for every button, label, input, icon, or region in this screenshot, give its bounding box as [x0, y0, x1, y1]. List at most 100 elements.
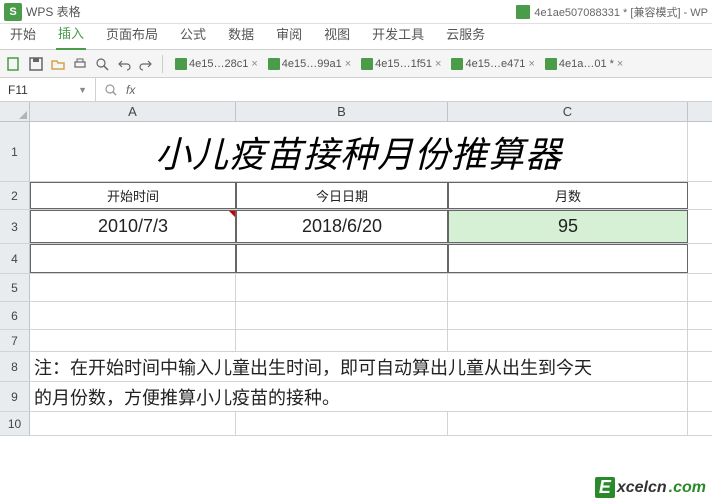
cell-C5[interactable]	[448, 274, 688, 301]
row-header-8[interactable]: 8	[0, 352, 30, 381]
save-icon[interactable]	[28, 56, 44, 72]
search-icon[interactable]	[104, 83, 118, 97]
rows: 1 小儿疫苗接种月份推算器 2 开始时间 今日日期 月数 3 2010/7/3 …	[0, 122, 712, 436]
menu-tabs: 开始 插入 页面布局 公式 数据 审阅 视图 开发工具 云服务	[0, 24, 712, 50]
tab-insert[interactable]: 插入	[56, 19, 86, 50]
row-header-6[interactable]: 6	[0, 302, 30, 329]
doc-tabs: 4e15…28c1× 4e15…99a1× 4e15…1f51× 4e15…e4…	[171, 56, 627, 72]
undo-icon[interactable]	[116, 56, 132, 72]
cell-C3[interactable]: 95	[448, 210, 688, 243]
cell-B5[interactable]	[236, 274, 448, 301]
cell-A4[interactable]	[30, 244, 236, 273]
doc-tab-icon	[175, 58, 187, 70]
col-header-A[interactable]: A	[30, 102, 236, 121]
row-10: 10	[0, 412, 712, 436]
watermark-text1: xcelcn	[617, 479, 667, 497]
spreadsheet: A B C 1 小儿疫苗接种月份推算器 2 开始时间 今日日期 月数 3 201…	[0, 102, 712, 436]
row-3: 3 2010/7/3 2018/6/20 95	[0, 210, 712, 244]
quick-toolbar: 4e15…28c1× 4e15…99a1× 4e15…1f51× 4e15…e4…	[0, 50, 712, 78]
doc-tab-icon	[268, 58, 280, 70]
cell-B7[interactable]	[236, 330, 448, 351]
row-8: 8 注：在开始时间中输入儿童出生时间，即可自动算出儿童从出生到今天	[0, 352, 712, 382]
row-5: 5	[0, 274, 712, 302]
comment-indicator-icon[interactable]	[229, 211, 235, 217]
doc-tab-1[interactable]: 4e15…28c1×	[171, 56, 262, 72]
column-headers: A B C	[0, 102, 712, 122]
cell-C2[interactable]: 月数	[448, 182, 688, 209]
app-name: WPS 表格	[26, 3, 81, 20]
select-all-cell[interactable]	[0, 102, 30, 121]
fx-icon[interactable]: fx	[126, 83, 135, 97]
watermark-e: E	[595, 477, 615, 498]
row-9: 9 的月份数，方便推算小儿疫苗的接种。	[0, 382, 712, 412]
preview-icon[interactable]	[94, 56, 110, 72]
chevron-down-icon[interactable]: ▼	[78, 85, 87, 95]
close-icon[interactable]: ×	[528, 58, 534, 70]
cell-B10[interactable]	[236, 412, 448, 435]
cell-note2[interactable]: 的月份数，方便推算小儿疫苗的接种。	[30, 382, 688, 411]
cell-C6[interactable]	[448, 302, 688, 329]
cell-C4[interactable]	[448, 244, 688, 273]
doc-icon	[516, 5, 530, 19]
close-icon[interactable]: ×	[435, 58, 441, 70]
cell-A6[interactable]	[30, 302, 236, 329]
cell-note1[interactable]: 注：在开始时间中输入儿童出生时间，即可自动算出儿童从出生到今天	[30, 352, 688, 381]
redo-icon[interactable]	[138, 56, 154, 72]
row-header-4[interactable]: 4	[0, 244, 30, 273]
cell-A5[interactable]	[30, 274, 236, 301]
doc-title: 4e1ae507088331 * [兼容模式] - WP	[534, 4, 708, 20]
formula-bar: F11▼ fx	[0, 78, 712, 102]
doc-tab-icon	[361, 58, 373, 70]
tab-review[interactable]: 审阅	[274, 20, 304, 49]
close-icon[interactable]: ×	[251, 58, 257, 70]
row-6: 6	[0, 302, 712, 330]
row-header-7[interactable]: 7	[0, 330, 30, 351]
tab-view[interactable]: 视图	[322, 20, 352, 49]
row-header-9[interactable]: 9	[0, 382, 30, 411]
watermark-text2: .com	[669, 479, 706, 497]
cell-C7[interactable]	[448, 330, 688, 351]
row-1: 1 小儿疫苗接种月份推算器	[0, 122, 712, 182]
open-icon[interactable]	[50, 56, 66, 72]
row-header-2[interactable]: 2	[0, 182, 30, 209]
doc-tab-3[interactable]: 4e15…1f51×	[357, 56, 445, 72]
col-header-C[interactable]: C	[448, 102, 688, 121]
row-7: 7	[0, 330, 712, 352]
doc-tab-5[interactable]: 4e1a…01 *×	[541, 56, 627, 72]
cell-A3[interactable]: 2010/7/3	[30, 210, 236, 243]
toolbar-separator	[162, 55, 163, 73]
doc-tab-2[interactable]: 4e15…99a1×	[264, 56, 355, 72]
row-header-3[interactable]: 3	[0, 210, 30, 243]
cell-B4[interactable]	[236, 244, 448, 273]
row-2: 2 开始时间 今日日期 月数	[0, 182, 712, 210]
cell-B6[interactable]	[236, 302, 448, 329]
row-header-1[interactable]: 1	[0, 122, 30, 181]
close-icon[interactable]: ×	[617, 58, 623, 70]
watermark: Excelcn.com	[595, 477, 706, 498]
col-header-B[interactable]: B	[236, 102, 448, 121]
print-icon[interactable]	[72, 56, 88, 72]
doc-tab-4[interactable]: 4e15…e471×	[447, 56, 538, 72]
row-header-5[interactable]: 5	[0, 274, 30, 301]
doc-tab-icon	[451, 58, 463, 70]
tab-layout[interactable]: 页面布局	[104, 20, 160, 49]
cell-B2[interactable]: 今日日期	[236, 182, 448, 209]
cell-A10[interactable]	[30, 412, 236, 435]
title-doc: 4e1ae507088331 * [兼容模式] - WP	[516, 4, 708, 20]
tab-start[interactable]: 开始	[8, 20, 38, 49]
close-icon[interactable]: ×	[345, 58, 351, 70]
name-box[interactable]: F11▼	[0, 78, 96, 101]
cell-A2[interactable]: 开始时间	[30, 182, 236, 209]
tab-formula[interactable]: 公式	[178, 20, 208, 49]
tab-cloud[interactable]: 云服务	[444, 20, 487, 49]
new-icon[interactable]	[6, 56, 22, 72]
cell-title[interactable]: 小儿疫苗接种月份推算器	[30, 122, 688, 181]
doc-tab-icon	[545, 58, 557, 70]
cell-C10[interactable]	[448, 412, 688, 435]
tab-data[interactable]: 数据	[226, 20, 256, 49]
app-logo: S	[4, 3, 22, 21]
row-header-10[interactable]: 10	[0, 412, 30, 435]
cell-B3[interactable]: 2018/6/20	[236, 210, 448, 243]
cell-A7[interactable]	[30, 330, 236, 351]
tab-dev[interactable]: 开发工具	[370, 20, 426, 49]
